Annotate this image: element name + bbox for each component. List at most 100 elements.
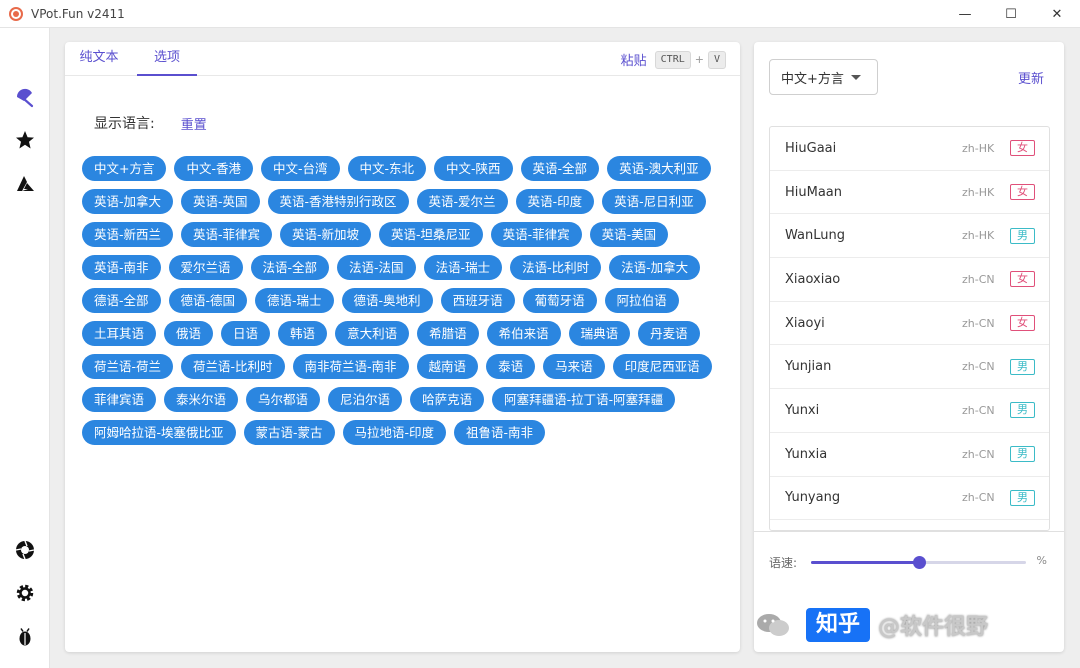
language-chip[interactable]: 祖鲁语-南非 bbox=[454, 420, 546, 445]
language-chip[interactable]: 南非荷兰语-南非 bbox=[292, 354, 409, 379]
umbrella-icon[interactable] bbox=[13, 86, 37, 110]
voice-list[interactable]: HiuGaai zh-HK 女 HiuMaan zh-HK 女 WanLung zh-HK 男 X… bbox=[769, 126, 1050, 531]
voice-row[interactable]: Xiaoxiao zh-CN 女 bbox=[770, 258, 1049, 302]
language-chip[interactable]: 德语-全部 bbox=[82, 288, 161, 313]
language-chip[interactable]: 中文+方言 bbox=[82, 156, 167, 181]
language-chip[interactable]: 荷兰语-荷兰 bbox=[82, 354, 174, 379]
star-icon[interactable] bbox=[13, 128, 37, 152]
language-chip[interactable]: 英语-尼日利亚 bbox=[602, 189, 706, 214]
language-chip[interactable]: 菲律宾语 bbox=[82, 387, 157, 412]
language-chip[interactable]: 土耳其语 bbox=[82, 321, 157, 346]
tab-options[interactable]: 选项 bbox=[137, 42, 197, 76]
language-chip-list: 中文+方言 中文-香港 中文-台湾 中文-东北 中文-陕西 英语-全部 英语-澳大利亚 英语-… bbox=[82, 156, 722, 445]
language-chip[interactable]: 中文-香港 bbox=[174, 156, 253, 181]
tab-bar: 纯文本 选项 粘贴 CTRL + V bbox=[65, 42, 740, 76]
voice-row[interactable]: Yunyang zh-CN 男 bbox=[770, 477, 1049, 521]
language-chip[interactable]: 德语-瑞士 bbox=[255, 288, 334, 313]
language-chip[interactable]: 法语-加拿大 bbox=[609, 255, 701, 280]
divider bbox=[754, 531, 1064, 532]
language-chip[interactable]: 英语-新加坡 bbox=[280, 222, 372, 247]
language-chip[interactable]: 葡萄牙语 bbox=[522, 288, 597, 313]
language-chip[interactable]: 英语-英国 bbox=[181, 189, 260, 214]
language-chip[interactable]: 英语-澳大利亚 bbox=[607, 156, 711, 181]
language-chip[interactable]: 中文-台湾 bbox=[261, 156, 340, 181]
voice-row[interactable]: Yunjian zh-CN 男 bbox=[770, 345, 1049, 390]
language-chip[interactable]: 希伯来语 bbox=[486, 321, 561, 346]
language-chip[interactable]: 瑞典语 bbox=[568, 321, 631, 346]
language-chip[interactable]: 乌尔都语 bbox=[246, 387, 321, 412]
language-chip[interactable]: 英语-菲律宾 bbox=[181, 222, 273, 247]
language-chip[interactable]: 意大利语 bbox=[335, 321, 410, 346]
speed-control: 语速: % bbox=[769, 552, 1049, 572]
paste-shortcut[interactable]: 粘贴 CTRL + V bbox=[621, 50, 726, 69]
language-chip[interactable]: 俄语 bbox=[164, 321, 214, 346]
voice-name: WanLung bbox=[785, 228, 845, 244]
zhihu-logo: 知乎 bbox=[806, 608, 871, 642]
reset-button[interactable]: 重置 bbox=[181, 114, 207, 133]
language-chip[interactable]: 阿塞拜疆语-拉丁语-阿塞拜疆 bbox=[492, 387, 676, 412]
speed-slider[interactable] bbox=[811, 556, 1026, 569]
language-chip[interactable]: 英语-坦桑尼亚 bbox=[379, 222, 483, 247]
language-chip[interactable]: 爱尔兰语 bbox=[168, 255, 243, 280]
gender-badge: 女 bbox=[1010, 315, 1035, 332]
voice-row[interactable]: Xiaoyi zh-CN 女 bbox=[770, 302, 1049, 346]
language-chip[interactable]: 法语-比利时 bbox=[510, 255, 602, 280]
language-chip[interactable]: 英语-美国 bbox=[589, 222, 669, 247]
language-chip[interactable]: 英语-加拿大 bbox=[82, 189, 174, 214]
language-chip[interactable]: 越南语 bbox=[416, 354, 479, 379]
language-chip[interactable]: 丹麦语 bbox=[638, 321, 700, 346]
language-chip[interactable]: 中文-东北 bbox=[347, 156, 427, 181]
language-chip[interactable]: 英语-印度 bbox=[515, 189, 595, 214]
language-chip[interactable]: 中文-陕西 bbox=[434, 156, 513, 181]
language-chip[interactable]: 哈萨克语 bbox=[410, 387, 485, 412]
bug-icon[interactable] bbox=[13, 625, 37, 649]
language-chip[interactable]: 荷兰语-比利时 bbox=[181, 354, 285, 379]
tab-plain-text[interactable]: 纯文本 bbox=[79, 42, 119, 76]
language-chip[interactable]: 马拉地语-印度 bbox=[342, 420, 447, 445]
language-chip[interactable]: 阿姆哈拉语-埃塞俄比亚 bbox=[82, 420, 236, 445]
aperture-icon[interactable] bbox=[13, 538, 37, 562]
left-nav bbox=[0, 28, 50, 668]
language-chip[interactable]: 韩语 bbox=[278, 321, 328, 346]
language-chip[interactable]: 英语-南非 bbox=[82, 255, 161, 280]
paste-label[interactable]: 粘贴 bbox=[621, 50, 647, 69]
language-chip[interactable]: 蒙古语-蒙古 bbox=[243, 420, 335, 445]
azure-icon[interactable] bbox=[13, 172, 37, 196]
language-chip[interactable]: 英语-菲律宾 bbox=[490, 222, 582, 247]
language-chip[interactable]: 英语-全部 bbox=[520, 156, 600, 181]
language-chip[interactable]: 德语-德国 bbox=[168, 288, 248, 313]
maximize-button[interactable]: ☐ bbox=[988, 0, 1034, 28]
voice-locale: zh-CN bbox=[962, 272, 995, 286]
language-chip[interactable]: 法语-全部 bbox=[250, 255, 330, 280]
language-chip[interactable]: 西班牙语 bbox=[440, 288, 515, 313]
language-chip[interactable]: 法语-瑞士 bbox=[423, 255, 503, 280]
dialect-select[interactable]: 中文+方言 bbox=[769, 59, 878, 95]
language-chip[interactable]: 阿拉伯语 bbox=[604, 288, 679, 313]
language-chip[interactable]: 英语-爱尔兰 bbox=[416, 189, 508, 214]
language-chip[interactable]: 英语-新西兰 bbox=[82, 222, 174, 247]
refresh-button[interactable]: 更新 bbox=[1018, 68, 1044, 87]
language-chip[interactable]: 泰语 bbox=[486, 354, 536, 379]
voice-name: Xiaoyi bbox=[785, 315, 825, 331]
close-button[interactable]: ✕ bbox=[1034, 0, 1080, 28]
voice-row[interactable]: Yunxia zh-CN 男 bbox=[770, 433, 1049, 477]
minimize-button[interactable]: — bbox=[942, 0, 988, 28]
voice-row[interactable]: WanLung zh-HK 男 bbox=[770, 214, 1049, 259]
language-chip[interactable]: 马来语 bbox=[543, 354, 605, 379]
language-chip[interactable]: 英语-香港特别行政区 bbox=[267, 189, 409, 214]
language-chip[interactable]: 希腊语 bbox=[417, 321, 479, 346]
voice-locale: zh-HK bbox=[962, 229, 995, 243]
language-chip[interactable]: 日语 bbox=[221, 321, 271, 346]
language-chip[interactable]: 德语-奥地利 bbox=[341, 288, 433, 313]
gear-icon[interactable] bbox=[13, 581, 37, 605]
speed-slider-thumb[interactable] bbox=[912, 556, 926, 569]
language-chip[interactable]: 法语-法国 bbox=[337, 255, 416, 280]
ctrl-key: CTRL bbox=[654, 50, 691, 69]
language-chip[interactable]: 泰米尔语 bbox=[164, 387, 239, 412]
language-chip[interactable]: 尼泊尔语 bbox=[328, 387, 403, 412]
voice-row[interactable]: HiuMaan zh-HK 女 bbox=[770, 171, 1049, 215]
language-chip[interactable]: 印度尼西亚语 bbox=[612, 354, 712, 379]
voice-row[interactable]: HiuGaai zh-HK 女 bbox=[770, 127, 1049, 171]
voice-row[interactable]: Yunxi zh-CN 男 bbox=[770, 389, 1049, 433]
voice-locale: zh-CN bbox=[962, 316, 995, 330]
